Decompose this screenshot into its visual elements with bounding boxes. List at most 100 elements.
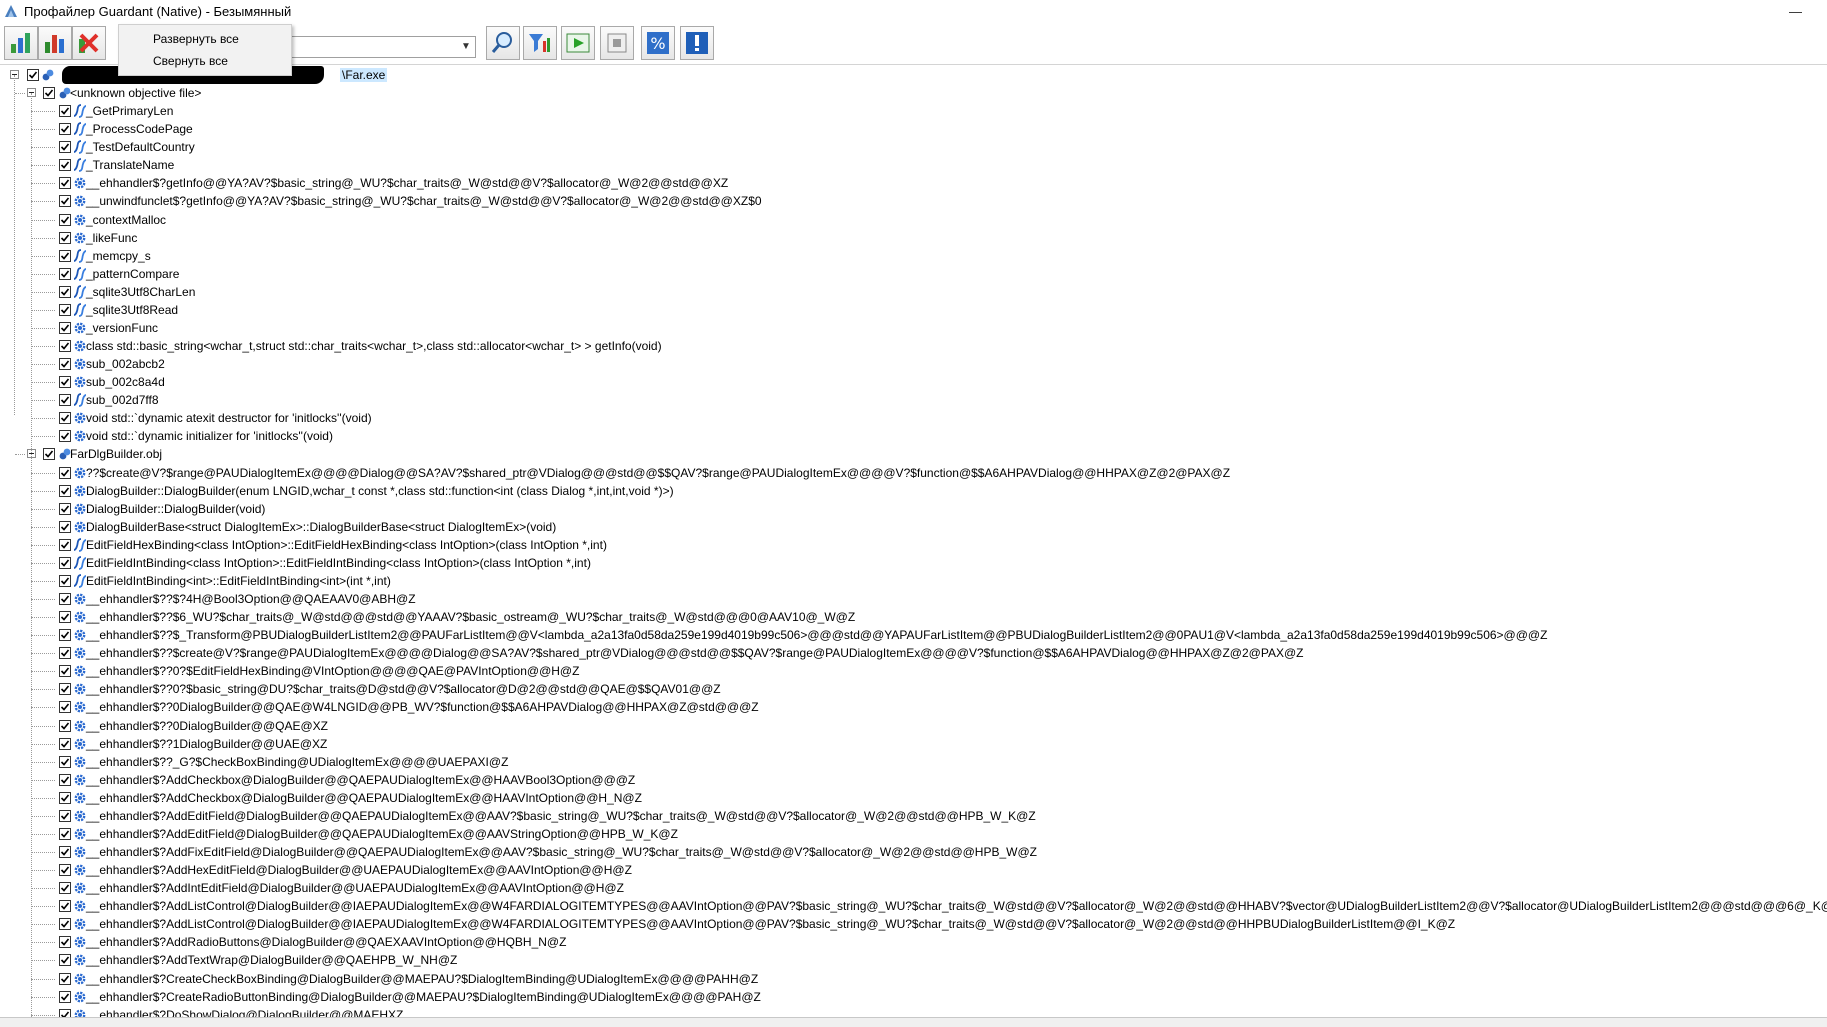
menu-item-collapse-all[interactable]: Свернуть все <box>153 51 228 71</box>
function-row[interactable]: _versionFunc <box>0 319 1827 337</box>
item-checkbox[interactable] <box>59 286 71 298</box>
item-checkbox[interactable] <box>59 412 71 424</box>
function-row[interactable]: _patternCompare <box>0 265 1827 283</box>
function-row[interactable]: __ehhandler$?AddEditField@DialogBuilder@… <box>0 807 1827 825</box>
item-checkbox[interactable] <box>43 448 55 460</box>
item-checkbox[interactable] <box>59 647 71 659</box>
function-row[interactable]: sub_002c8a4d <box>0 373 1827 391</box>
item-checkbox[interactable] <box>59 177 71 189</box>
object-file-row[interactable]: FarDlgBuilder.obj <box>0 445 1827 463</box>
function-row[interactable]: __unwindfunclet$?getInfo@@YA?AV?$basic_s… <box>0 192 1827 210</box>
function-row[interactable]: EditFieldIntBinding<int>::EditFieldIntBi… <box>0 572 1827 590</box>
function-row[interactable]: void std::`dynamic atexit destructor for… <box>0 409 1827 427</box>
item-checkbox[interactable] <box>59 918 71 930</box>
function-row[interactable]: _TranslateName <box>0 156 1827 174</box>
item-checkbox[interactable] <box>59 322 71 334</box>
item-checkbox[interactable] <box>59 828 71 840</box>
function-row[interactable]: __ehhandler$?CreateCheckBoxBinding@Dialo… <box>0 970 1827 988</box>
function-row[interactable]: DialogBuilderBase<struct DialogItemEx>::… <box>0 518 1827 536</box>
function-row[interactable]: __ehhandler$?getInfo@@YA?AV?$basic_strin… <box>0 174 1827 192</box>
function-row[interactable]: _memcpy_s <box>0 247 1827 265</box>
function-row[interactable]: DialogBuilder::DialogBuilder(void) <box>0 500 1827 518</box>
function-row[interactable]: void std::`dynamic initializer for 'init… <box>0 427 1827 445</box>
percent-button[interactable]: % <box>641 26 675 60</box>
bar-chart-button[interactable] <box>38 26 72 60</box>
item-checkbox[interactable] <box>59 141 71 153</box>
item-checkbox[interactable] <box>59 467 71 479</box>
delete-chart-button[interactable] <box>72 26 106 60</box>
item-checkbox[interactable] <box>59 268 71 280</box>
item-checkbox[interactable] <box>59 593 71 605</box>
function-row[interactable]: _ProcessCodePage <box>0 120 1827 138</box>
chevron-down-icon[interactable]: ▼ <box>460 40 472 54</box>
item-checkbox[interactable] <box>59 195 71 207</box>
function-row[interactable]: __ehhandler$??$?4H@Bool3Option@@QAEAAV0@… <box>0 590 1827 608</box>
info-button[interactable] <box>680 26 714 60</box>
item-checkbox[interactable] <box>59 629 71 641</box>
item-checkbox[interactable] <box>59 159 71 171</box>
function-row[interactable]: __ehhandler$??0?$EditFieldHexBinding@VIn… <box>0 662 1827 680</box>
item-checkbox[interactable] <box>59 485 71 497</box>
item-checkbox[interactable] <box>59 701 71 713</box>
item-checkbox[interactable] <box>59 123 71 135</box>
item-checkbox[interactable] <box>59 304 71 316</box>
item-checkbox[interactable] <box>59 430 71 442</box>
function-row[interactable]: __ehhandler$??0DialogBuilder@@QAE@W4LNGI… <box>0 698 1827 716</box>
item-checkbox[interactable] <box>59 882 71 894</box>
item-checkbox[interactable] <box>59 611 71 623</box>
item-checkbox[interactable] <box>59 683 71 695</box>
item-checkbox[interactable] <box>59 394 71 406</box>
item-checkbox[interactable] <box>59 214 71 226</box>
function-row[interactable]: DialogBuilder::DialogBuilder(enum LNGID,… <box>0 482 1827 500</box>
item-checkbox[interactable] <box>59 900 71 912</box>
item-checkbox[interactable] <box>59 376 71 388</box>
chart-button[interactable] <box>4 26 38 60</box>
function-row[interactable]: __ehhandler$?AddListControl@DialogBuilde… <box>0 915 1827 933</box>
item-checkbox[interactable] <box>59 810 71 822</box>
function-row[interactable]: __ehhandler$?AddTextWrap@DialogBuilder@@… <box>0 951 1827 969</box>
root-checkbox[interactable] <box>27 69 39 81</box>
function-row[interactable]: EditFieldHexBinding<class IntOption>::Ed… <box>0 536 1827 554</box>
item-checkbox[interactable] <box>59 358 71 370</box>
item-checkbox[interactable] <box>59 774 71 786</box>
item-checkbox[interactable] <box>59 936 71 948</box>
function-row[interactable]: __ehhandler$?AddRadioButtons@DialogBuild… <box>0 933 1827 951</box>
function-row[interactable]: __ehhandler$?AddListControl@DialogBuilde… <box>0 897 1827 915</box>
item-checkbox[interactable] <box>59 665 71 677</box>
function-row[interactable]: __ehhandler$??$create@V?$range@PAUDialog… <box>0 644 1827 662</box>
function-row[interactable]: _sqlite3Utf8Read <box>0 301 1827 319</box>
function-tree[interactable]: \Far.exe <unknown objective file> _GetPri… <box>0 65 1827 1017</box>
item-checkbox[interactable] <box>59 1009 71 1017</box>
function-row[interactable]: __ehhandler$??1DialogBuilder@@UAE@XZ <box>0 735 1827 753</box>
filter-button[interactable] <box>523 26 557 60</box>
item-checkbox[interactable] <box>59 539 71 551</box>
function-row[interactable]: class std::basic_string<wchar_t,struct s… <box>0 337 1827 355</box>
stop-button[interactable] <box>600 26 634 60</box>
function-row[interactable]: __ehhandler$??0DialogBuilder@@QAE@XZ <box>0 717 1827 735</box>
item-checkbox[interactable] <box>59 864 71 876</box>
function-row[interactable]: _contextMalloc <box>0 211 1827 229</box>
function-row[interactable]: __ehhandler$?DoShowDialog@DialogBuilder@… <box>0 1006 1827 1017</box>
function-row[interactable]: _TestDefaultCountry <box>0 138 1827 156</box>
function-row[interactable]: __ehhandler$?AddCheckbox@DialogBuilder@@… <box>0 771 1827 789</box>
function-row[interactable]: __ehhandler$?AddIntEditField@DialogBuild… <box>0 879 1827 897</box>
function-row[interactable]: _GetPrimaryLen <box>0 102 1827 120</box>
item-checkbox[interactable] <box>59 557 71 569</box>
item-checkbox[interactable] <box>59 105 71 117</box>
function-row[interactable]: sub_002abcb2 <box>0 355 1827 373</box>
item-checkbox[interactable] <box>59 991 71 1003</box>
search-button[interactable] <box>486 26 520 60</box>
function-row[interactable]: ??$create@V?$range@PAUDialogItemEx@@@@Di… <box>0 464 1827 482</box>
menu-item-expand-all[interactable]: Развернуть все <box>153 29 239 49</box>
function-row[interactable]: _likeFunc <box>0 229 1827 247</box>
item-checkbox[interactable] <box>59 792 71 804</box>
item-checkbox[interactable] <box>59 503 71 515</box>
function-row[interactable]: __ehhandler$?AddCheckbox@DialogBuilder@@… <box>0 789 1827 807</box>
function-row[interactable]: __ehhandler$??0?$basic_string@DU?$char_t… <box>0 680 1827 698</box>
item-checkbox[interactable] <box>59 973 71 985</box>
item-checkbox[interactable] <box>59 756 71 768</box>
profile-combo[interactable]: ▼ <box>284 36 476 58</box>
function-row[interactable]: __ehhandler$?AddEditField@DialogBuilder@… <box>0 825 1827 843</box>
item-checkbox[interactable] <box>59 232 71 244</box>
item-checkbox[interactable] <box>59 521 71 533</box>
